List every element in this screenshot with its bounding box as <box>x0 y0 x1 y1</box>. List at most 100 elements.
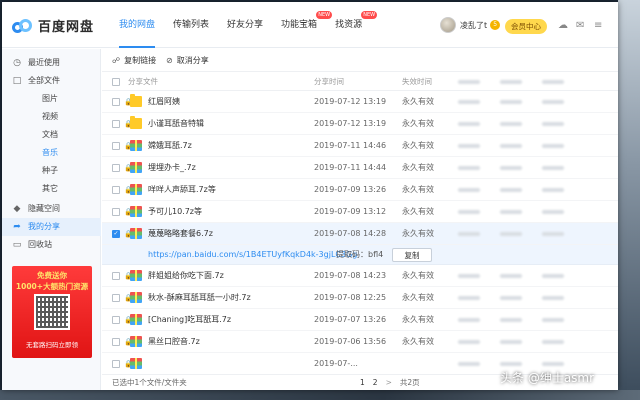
tab-my-netdisk[interactable]: 我的网盘 <box>110 2 164 48</box>
column-validity[interactable]: 失效时间 <box>402 73 432 91</box>
username: 凌乱了t <box>460 20 488 30</box>
sidebar-item-label: 其它 <box>42 184 58 193</box>
file-name[interactable]: 小谨耳舐音特辑 <box>148 113 204 135</box>
table-row[interactable]: 🔒 秋水-酥麻耳舐耳舐一小时.7z 2019-07-08 12:25 永久有效 <box>102 287 618 309</box>
shirt-skin-icon[interactable]: ☁ <box>558 20 568 32</box>
row-checkbox[interactable] <box>112 120 120 128</box>
promo-caption: 无套路扫码立即领 <box>26 341 78 349</box>
share-time: 2019-07-06 13:56 <box>314 337 387 346</box>
file-name[interactable]: [Chaning]吃耳舐耳.7z <box>148 309 231 331</box>
row-checkbox[interactable] <box>112 360 120 368</box>
file-name[interactable]: 黑丝口腔音.7z <box>148 331 200 353</box>
row-checkbox[interactable] <box>112 208 120 216</box>
blurred-cell <box>500 232 522 236</box>
row-checkbox[interactable] <box>112 316 120 324</box>
folder-icon <box>130 116 142 129</box>
qr-code-icon <box>34 294 70 330</box>
share-url[interactable]: https://pan.baidu.com/s/1B4ETUyfKqkD4k-3… <box>148 245 357 265</box>
table-row[interactable]: 🔒 咩咩人声舔耳.7z等 2019-07-09 13:26 永久有效 <box>102 179 618 201</box>
table-row[interactable]: 🔒 嫦娥耳舐.7z 2019-07-11 14:46 永久有效 <box>102 135 618 157</box>
selection-status: 已选中1个文件/文件夹 <box>112 378 187 387</box>
file-name[interactable]: 蔑蔑略略套餐6.7z <box>148 223 213 245</box>
member-center-button[interactable]: 会员中心 <box>505 19 547 34</box>
row-checkbox[interactable] <box>112 142 120 150</box>
sidebar-item-label: 我的分享 <box>28 222 60 231</box>
table-row[interactable]: 🔒 小谨耳舐音特辑 2019-07-12 13:19 永久有效 <box>102 113 618 135</box>
table-row[interactable]: 🔒 胖姐姐给你吃下面.7z 2019-07-08 14:23 永久有效 <box>102 265 618 287</box>
blurred-cell <box>542 296 564 300</box>
row-checkbox[interactable] <box>112 164 120 172</box>
file-name[interactable]: 埋埋办卡_.7z <box>148 157 196 179</box>
table-row[interactable]: 🔒 埋埋办卡_.7z 2019-07-11 14:44 永久有效 <box>102 157 618 179</box>
file-name[interactable]: 咩咩人声舔耳.7z等 <box>148 179 216 201</box>
file-name[interactable]: 予可儿10.7z等 <box>148 201 202 223</box>
blurred-cell <box>542 166 564 170</box>
row-checkbox[interactable] <box>112 272 120 280</box>
tab-transfer-list[interactable]: 传输列表 <box>164 2 218 48</box>
cloud-logo-icon <box>12 18 32 33</box>
row-checkbox[interactable] <box>112 294 120 302</box>
blurred-cell <box>500 318 522 322</box>
archive-icon <box>130 228 142 239</box>
file-name[interactable]: 嫦娥耳舐.7z <box>148 135 192 157</box>
sidebar-item-torrents[interactable]: 种子 <box>2 162 101 180</box>
user-info[interactable]: 凌乱了t 5 <box>440 17 501 33</box>
blurred-cell <box>542 340 564 344</box>
blurred-cell <box>458 210 480 214</box>
validity: 永久有效 <box>402 337 434 346</box>
blurred-cell <box>500 210 522 214</box>
copy-link-button[interactable]: ☍ 复制链接 <box>112 55 156 66</box>
blurred-cell <box>542 100 564 104</box>
blurred-column <box>542 80 564 84</box>
page-2[interactable]: 2 <box>373 375 378 390</box>
table-row[interactable]: 🔒 予可儿10.7z等 2019-07-09 13:12 永久有效 <box>102 201 618 223</box>
validity: 永久有效 <box>402 293 434 302</box>
sidebar-item-videos[interactable]: 视频 <box>2 108 101 126</box>
row-checkbox[interactable] <box>112 98 120 106</box>
sidebar-item-music[interactable]: 音乐 <box>2 144 101 162</box>
promo-subtitle: 1000+大额热门资源 <box>15 282 89 291</box>
row-checkbox[interactable] <box>112 338 120 346</box>
validity: 永久有效 <box>402 185 434 194</box>
sidebar-item-label: 隐藏空间 <box>28 204 60 213</box>
mail-icon[interactable]: ✉ <box>576 20 584 32</box>
promo-banner[interactable]: 免费送你 1000+大额热门资源 无套路扫码立即领 <box>12 266 92 358</box>
column-time[interactable]: 分享时间 <box>314 73 344 91</box>
table-row[interactable]: 🔒 黑丝口腔音.7z 2019-07-06 13:56 永久有效 <box>102 331 618 353</box>
file-name[interactable]: 红眉阿姨 <box>148 91 180 113</box>
validity: 永久有效 <box>402 229 434 238</box>
menu-icon[interactable]: ≡ <box>594 20 602 32</box>
new-badge: NEW <box>361 11 378 19</box>
logo[interactable]: 百度网盘 <box>12 16 94 35</box>
sidebar-item-recycle-bin[interactable]: ▭ 回收站 <box>2 236 101 254</box>
tab-feature-box[interactable]: 功能宝箱 NEW <box>272 2 333 48</box>
page-1[interactable]: 1 <box>360 375 365 390</box>
tab-friend-share[interactable]: 好友分享 <box>218 2 272 48</box>
tab-label: 功能宝箱 <box>281 20 318 30</box>
sidebar-item-label: 视频 <box>42 112 58 121</box>
table-row[interactable]: 🔒 红眉阿姨 2019-07-12 13:19 永久有效 <box>102 91 618 113</box>
file-name[interactable]: 秋水-酥麻耳舐耳舐一小时.7z <box>148 287 251 309</box>
sidebar-item-my-share[interactable]: ➦ 我的分享 <box>2 218 101 236</box>
total-pages: 共2页 <box>399 378 420 387</box>
sidebar-item-others[interactable]: 其它 <box>2 180 101 198</box>
avatar[interactable] <box>440 17 456 33</box>
cancel-share-button[interactable]: ⊘ 取消分享 <box>166 55 209 66</box>
sidebar-item-hidden-space[interactable]: ◆ 隐藏空间 <box>2 200 101 218</box>
select-all-checkbox[interactable] <box>112 78 120 86</box>
copy-button[interactable]: 复制 <box>392 248 432 262</box>
sidebar-item-documents[interactable]: 文档 <box>2 126 101 144</box>
sidebar-item-all-files[interactable]: □ 全部文件 <box>2 72 101 90</box>
sidebar-item-images[interactable]: 图片 <box>2 90 101 108</box>
sidebar-item-recent[interactable]: ◷ 最近使用 <box>2 54 101 72</box>
table-row[interactable]: ✓ 🔒 蔑蔑略略套餐6.7z 2019-07-08 14:28 永久有效 <box>102 223 618 245</box>
tab-find-resources[interactable]: 找资源 NEW <box>326 2 378 48</box>
table-row[interactable]: 🔒 [Chaning]吃耳舐耳.7z 2019-07-07 13:26 永久有效 <box>102 309 618 331</box>
blurred-cell <box>500 122 522 126</box>
file-name[interactable]: 胖姐姐给你吃下面.7z <box>148 265 224 287</box>
blurred-cell <box>500 188 522 192</box>
row-checkbox[interactable]: ✓ <box>112 230 120 238</box>
column-name[interactable]: 分享文件 <box>128 73 158 91</box>
row-checkbox[interactable] <box>112 186 120 194</box>
next-page-button[interactable]: > <box>386 375 392 390</box>
